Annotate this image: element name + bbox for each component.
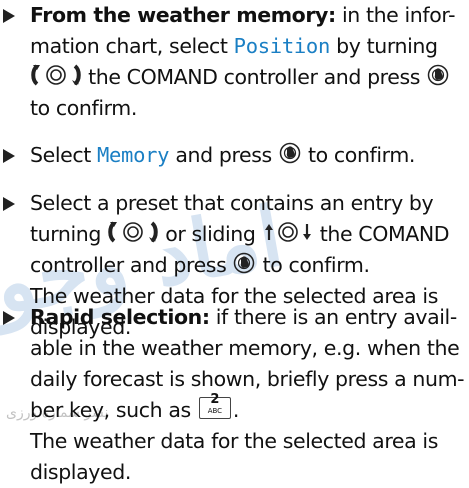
instruction-item-select-memory: Select Memory and press to confirm. xyxy=(0,140,469,171)
press-controller-icon xyxy=(426,63,450,87)
rotate-controller-icon xyxy=(107,220,159,244)
display-term-memory: Memory xyxy=(96,143,170,167)
instruction-item-weather-memory: From the weather memory: in the infor- m… xyxy=(0,0,469,124)
press-controller-icon xyxy=(278,141,302,165)
instruction-item-rapid-selection: Rapid selection: if there is an entry av… xyxy=(0,302,469,488)
slide-controller-icon xyxy=(262,220,314,244)
step-lead: Rapid selection: xyxy=(30,305,210,329)
step-lead: From the weather memory: xyxy=(30,3,336,27)
rotate-controller-icon xyxy=(30,63,82,87)
number-key-icon: 2 ABC xyxy=(198,392,231,419)
display-term-position: Position xyxy=(233,34,331,58)
press-controller-icon xyxy=(232,251,256,275)
triangle-bullet-icon xyxy=(2,188,20,219)
triangle-bullet-icon xyxy=(2,0,20,31)
triangle-bullet-icon xyxy=(2,140,20,171)
triangle-bullet-icon xyxy=(2,302,20,333)
